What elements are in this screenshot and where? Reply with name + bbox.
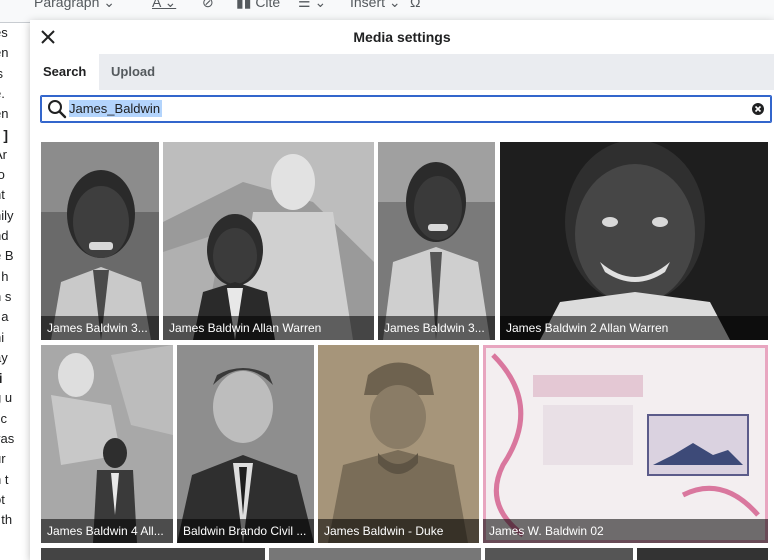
tabs-bar: Search Upload [30, 54, 774, 90]
tab-search[interactable]: Search [30, 54, 100, 90]
tab-upload[interactable]: Upload [98, 54, 168, 90]
cite-button[interactable]: ▮▮ Cite [236, 0, 280, 11]
article-text-line: l c [0, 410, 7, 426]
article-text-line: to [0, 167, 5, 183]
article-text-line: 's [0, 66, 3, 81]
article-text-line: n t [0, 471, 9, 487]
article-text-line: es [0, 25, 8, 40]
result-caption: Baldwin Brando Civil ... [177, 519, 314, 543]
chevron-down-icon: ⌄ [314, 0, 327, 10]
result-tile[interactable]: James Baldwin 3... [378, 142, 495, 340]
link-icon[interactable]: ⊘ [202, 0, 214, 11]
result-thumbnail [483, 345, 768, 543]
result-thumbnail [41, 345, 173, 543]
insert-label: Insert [350, 0, 386, 10]
clear-search-icon[interactable] [751, 102, 765, 116]
article-text-line: n s [0, 288, 12, 304]
media-settings-dialog: Media settings Search Upload James_Baldw… [30, 20, 774, 560]
text-style-button[interactable]: A ⌄ [152, 0, 176, 11]
chevron-down-icon: ⌄ [164, 0, 177, 10]
result-thumbnail [177, 345, 314, 543]
result-tile[interactable] [269, 548, 481, 560]
article-text-line: r ] [0, 126, 8, 143]
article-text-line: e. [0, 85, 5, 101]
result-tile[interactable]: James Baldwin - Duke [318, 345, 479, 543]
chevron-down-icon: ⌄ [103, 0, 116, 10]
search-input[interactable] [69, 98, 729, 118]
article-text-line: ht [0, 187, 5, 203]
article-text-line: , a [0, 309, 9, 325]
result-tile[interactable] [485, 548, 633, 560]
search-icon [48, 100, 67, 119]
list-icon: ☰ [298, 0, 311, 10]
result-caption: James Baldwin 4 All... [41, 519, 173, 543]
article-text-line: nily [0, 207, 14, 223]
result-thumbnail [500, 142, 768, 340]
chevron-down-icon: ⌄ [388, 0, 401, 10]
result-caption: James W. Baldwin 02 [483, 519, 768, 543]
result-thumbnail [41, 142, 159, 340]
article-text-line: ti [0, 370, 3, 387]
text-style-label: A [152, 0, 161, 10]
special-character-icon[interactable]: Ω [410, 0, 420, 10]
search-results-grid: James Baldwin 3... James Baldwin Allan W… [40, 142, 770, 560]
dialog-header: Media settings [30, 20, 774, 55]
article-text-line: en [0, 45, 9, 61]
result-tile[interactable]: James W. Baldwin 02 [483, 345, 768, 543]
result-tile[interactable]: James Baldwin Allan Warren [163, 142, 374, 340]
result-tile[interactable] [637, 548, 768, 560]
result-caption: James Baldwin 2 Allan Warren [500, 316, 768, 340]
result-tile[interactable]: James Baldwin 2 Allan Warren [500, 142, 768, 340]
article-text-line: nd [0, 228, 9, 243]
result-tile[interactable]: Baldwin Brando Civil ... [177, 345, 314, 543]
dialog-title: Media settings [353, 29, 451, 45]
article-text-line: g u [0, 390, 13, 406]
insert-dropdown[interactable]: Insert ⌄ [350, 0, 401, 11]
article-text-line: e B [0, 248, 14, 264]
article-text-line: vas [0, 431, 15, 446]
article-text-line: en [0, 106, 9, 122]
paragraph-label: Paragraph [34, 0, 100, 10]
cite-label: Cite [255, 0, 281, 10]
book-icon: ▮▮ [236, 0, 252, 10]
paragraph-dropdown[interactable]: Paragraph ⌄ [34, 0, 115, 11]
article-text-line: ur [0, 451, 6, 467]
article-text-line: t th [0, 512, 13, 528]
article-text-line: ay [0, 349, 8, 365]
search-field [40, 95, 772, 123]
result-caption: James Baldwin 3... [41, 316, 159, 340]
result-thumbnail [378, 142, 495, 340]
article-text-line: , h [0, 268, 9, 284]
result-tile[interactable]: James Baldwin 4 All... [41, 345, 173, 543]
result-tile[interactable] [41, 548, 265, 560]
result-caption: James Baldwin - Duke [318, 519, 479, 543]
result-caption: James Baldwin 3... [378, 316, 495, 340]
list-button[interactable]: ☰ ⌄ [298, 0, 326, 11]
result-caption: James Baldwin Allan Warren [163, 316, 374, 340]
result-thumbnail [318, 345, 479, 543]
result-thumbnail [163, 142, 374, 340]
result-tile[interactable]: James Baldwin 3... [41, 142, 159, 340]
article-text-line: Ar [0, 146, 7, 162]
article-text-line: ot [0, 491, 5, 507]
article-text-line: hi [0, 329, 5, 345]
